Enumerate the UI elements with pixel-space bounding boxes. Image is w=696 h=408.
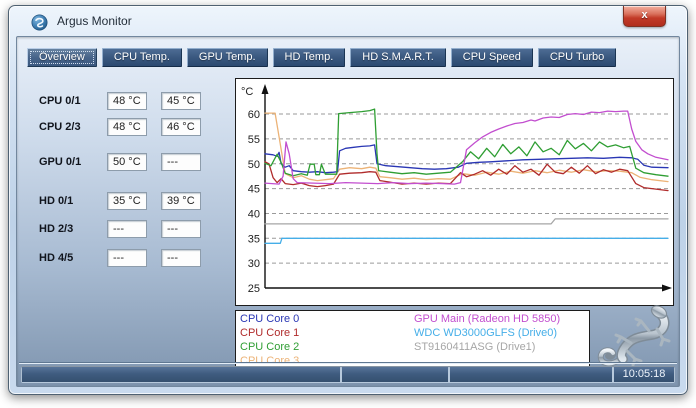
sensor-row: CPU 2/3 48 °C 46 °C (39, 118, 229, 136)
sensor-label: HD 2/3 (39, 223, 103, 235)
legend-column-right: GPU Main (Radeon HD 5850)WDC WD3000GLFS … (414, 312, 560, 354)
sensor-value-box: 39 °C (161, 192, 201, 210)
legend-item: CPU Core 1 (240, 326, 299, 340)
legend-item: CPU Core 0 (240, 312, 299, 326)
status-segment (342, 367, 448, 382)
close-button[interactable]: x (623, 6, 666, 27)
sensor-row: CPU 0/1 48 °C 45 °C (39, 92, 229, 110)
sensor-row: HD 4/5 --- --- (39, 249, 229, 267)
sensor-value-box: --- (161, 153, 201, 171)
sensor-value-box: 48 °C (107, 118, 147, 136)
statusbar-divider (19, 362, 677, 364)
y-tick-label: 40 (248, 208, 260, 220)
sensor-row: GPU 0/1 50 °C --- (39, 153, 229, 171)
x-axis-arrow-icon (662, 285, 672, 292)
legend-item: WDC WD3000GLFS (Drive0) (414, 326, 560, 340)
legend-column-left: CPU Core 0CPU Core 1CPU Core 2CPU Core 3 (240, 312, 299, 368)
tab-hd-temp[interactable]: HD Temp. (273, 48, 346, 67)
status-bar: 10:05:18 (21, 366, 675, 383)
tab-cpu-speed[interactable]: CPU Speed (451, 48, 533, 67)
title-bar[interactable]: Argus Monitor x (9, 6, 687, 36)
sensor-label: CPU 2/3 (39, 121, 103, 133)
y-tick-label: 30 (248, 258, 260, 270)
sensor-panel: CPU 0/1 48 °C 45 °C CPU 2/3 48 °C 46 °C GPU 0/… (39, 92, 229, 267)
sensor-label: GPU 0/1 (39, 156, 103, 168)
sensor-value-box: --- (107, 220, 147, 238)
sensor-value-box: 50 °C (107, 153, 147, 171)
series-cpu-core-2 (265, 109, 668, 176)
chart-panel: 60 55 50 45 40 35 30 25 °C (235, 78, 674, 306)
y-axis-unit-label: °C (241, 86, 253, 98)
sensor-value-box: --- (107, 249, 147, 267)
sensor-row: HD 2/3 --- --- (39, 220, 229, 238)
y-tick-label: 60 (248, 109, 260, 121)
y-tick-label: 45 (248, 184, 260, 196)
tab-cpu-temp[interactable]: CPU Temp. (102, 48, 182, 67)
y-tick-label: 55 (248, 134, 260, 146)
close-icon: x (641, 9, 647, 21)
sensor-label: HD 4/5 (39, 252, 103, 264)
series-wdc-wd3000glfs-drive0 (265, 238, 668, 243)
legend-item: GPU Main (Radeon HD 5850) (414, 312, 560, 326)
sensor-value-box: 45 °C (161, 92, 201, 110)
tab-bar: Overview CPU Temp. GPU Temp. HD Temp.HD S.M… (27, 48, 616, 67)
series-cpu-core-1 (265, 162, 668, 191)
clock-display: 10:05:18 (614, 367, 674, 382)
chart-legend: CPU Core 0CPU Core 1CPU Core 2CPU Core 3… (235, 310, 590, 369)
status-segment (22, 367, 340, 382)
sensor-label: HD 0/1 (39, 195, 103, 207)
y-tick-label: 50 (248, 159, 260, 171)
y-tick-label: 25 (248, 283, 260, 295)
temperature-chart: 60 55 50 45 40 35 30 25 °C (236, 79, 673, 305)
sensor-value-box: --- (161, 249, 201, 267)
status-segment (450, 367, 612, 382)
sensor-value-box: 35 °C (107, 192, 147, 210)
legend-item: CPU Core 2 (240, 340, 299, 354)
tab-cpu-turbo[interactable]: CPU Turbo (538, 48, 616, 67)
sensor-value-box: --- (161, 220, 201, 238)
tab-overview[interactable]: Overview (27, 48, 97, 67)
sensor-label: CPU 0/1 (39, 95, 103, 107)
y-axis-arrow-icon (262, 84, 269, 94)
tab-gpu-temp[interactable]: GPU Temp. (187, 48, 268, 67)
y-tick-label: 35 (248, 233, 260, 245)
argus-monitor-window: Argus Monitor x Overview CPU Temp. GPU Tem… (8, 5, 688, 395)
series-st9160411asg-drive1 (265, 219, 668, 224)
legend-item: ST9160411ASG (Drive1) (414, 340, 560, 354)
sensor-value-box: 48 °C (107, 92, 147, 110)
client-area: Overview CPU Temp. GPU Temp. HD Temp.HD S.M… (16, 36, 680, 387)
screen: Argus Monitor x Overview CPU Temp. GPU Tem… (0, 0, 696, 408)
sensor-row: HD 0/1 35 °C 39 °C (39, 192, 229, 210)
app-icon (31, 14, 48, 31)
sensor-value-box: 46 °C (161, 118, 201, 136)
tab-hd-s-m-a-r-t[interactable]: HD S.M.A.R.T. (350, 48, 446, 67)
window-title: Argus Monitor (57, 14, 132, 28)
